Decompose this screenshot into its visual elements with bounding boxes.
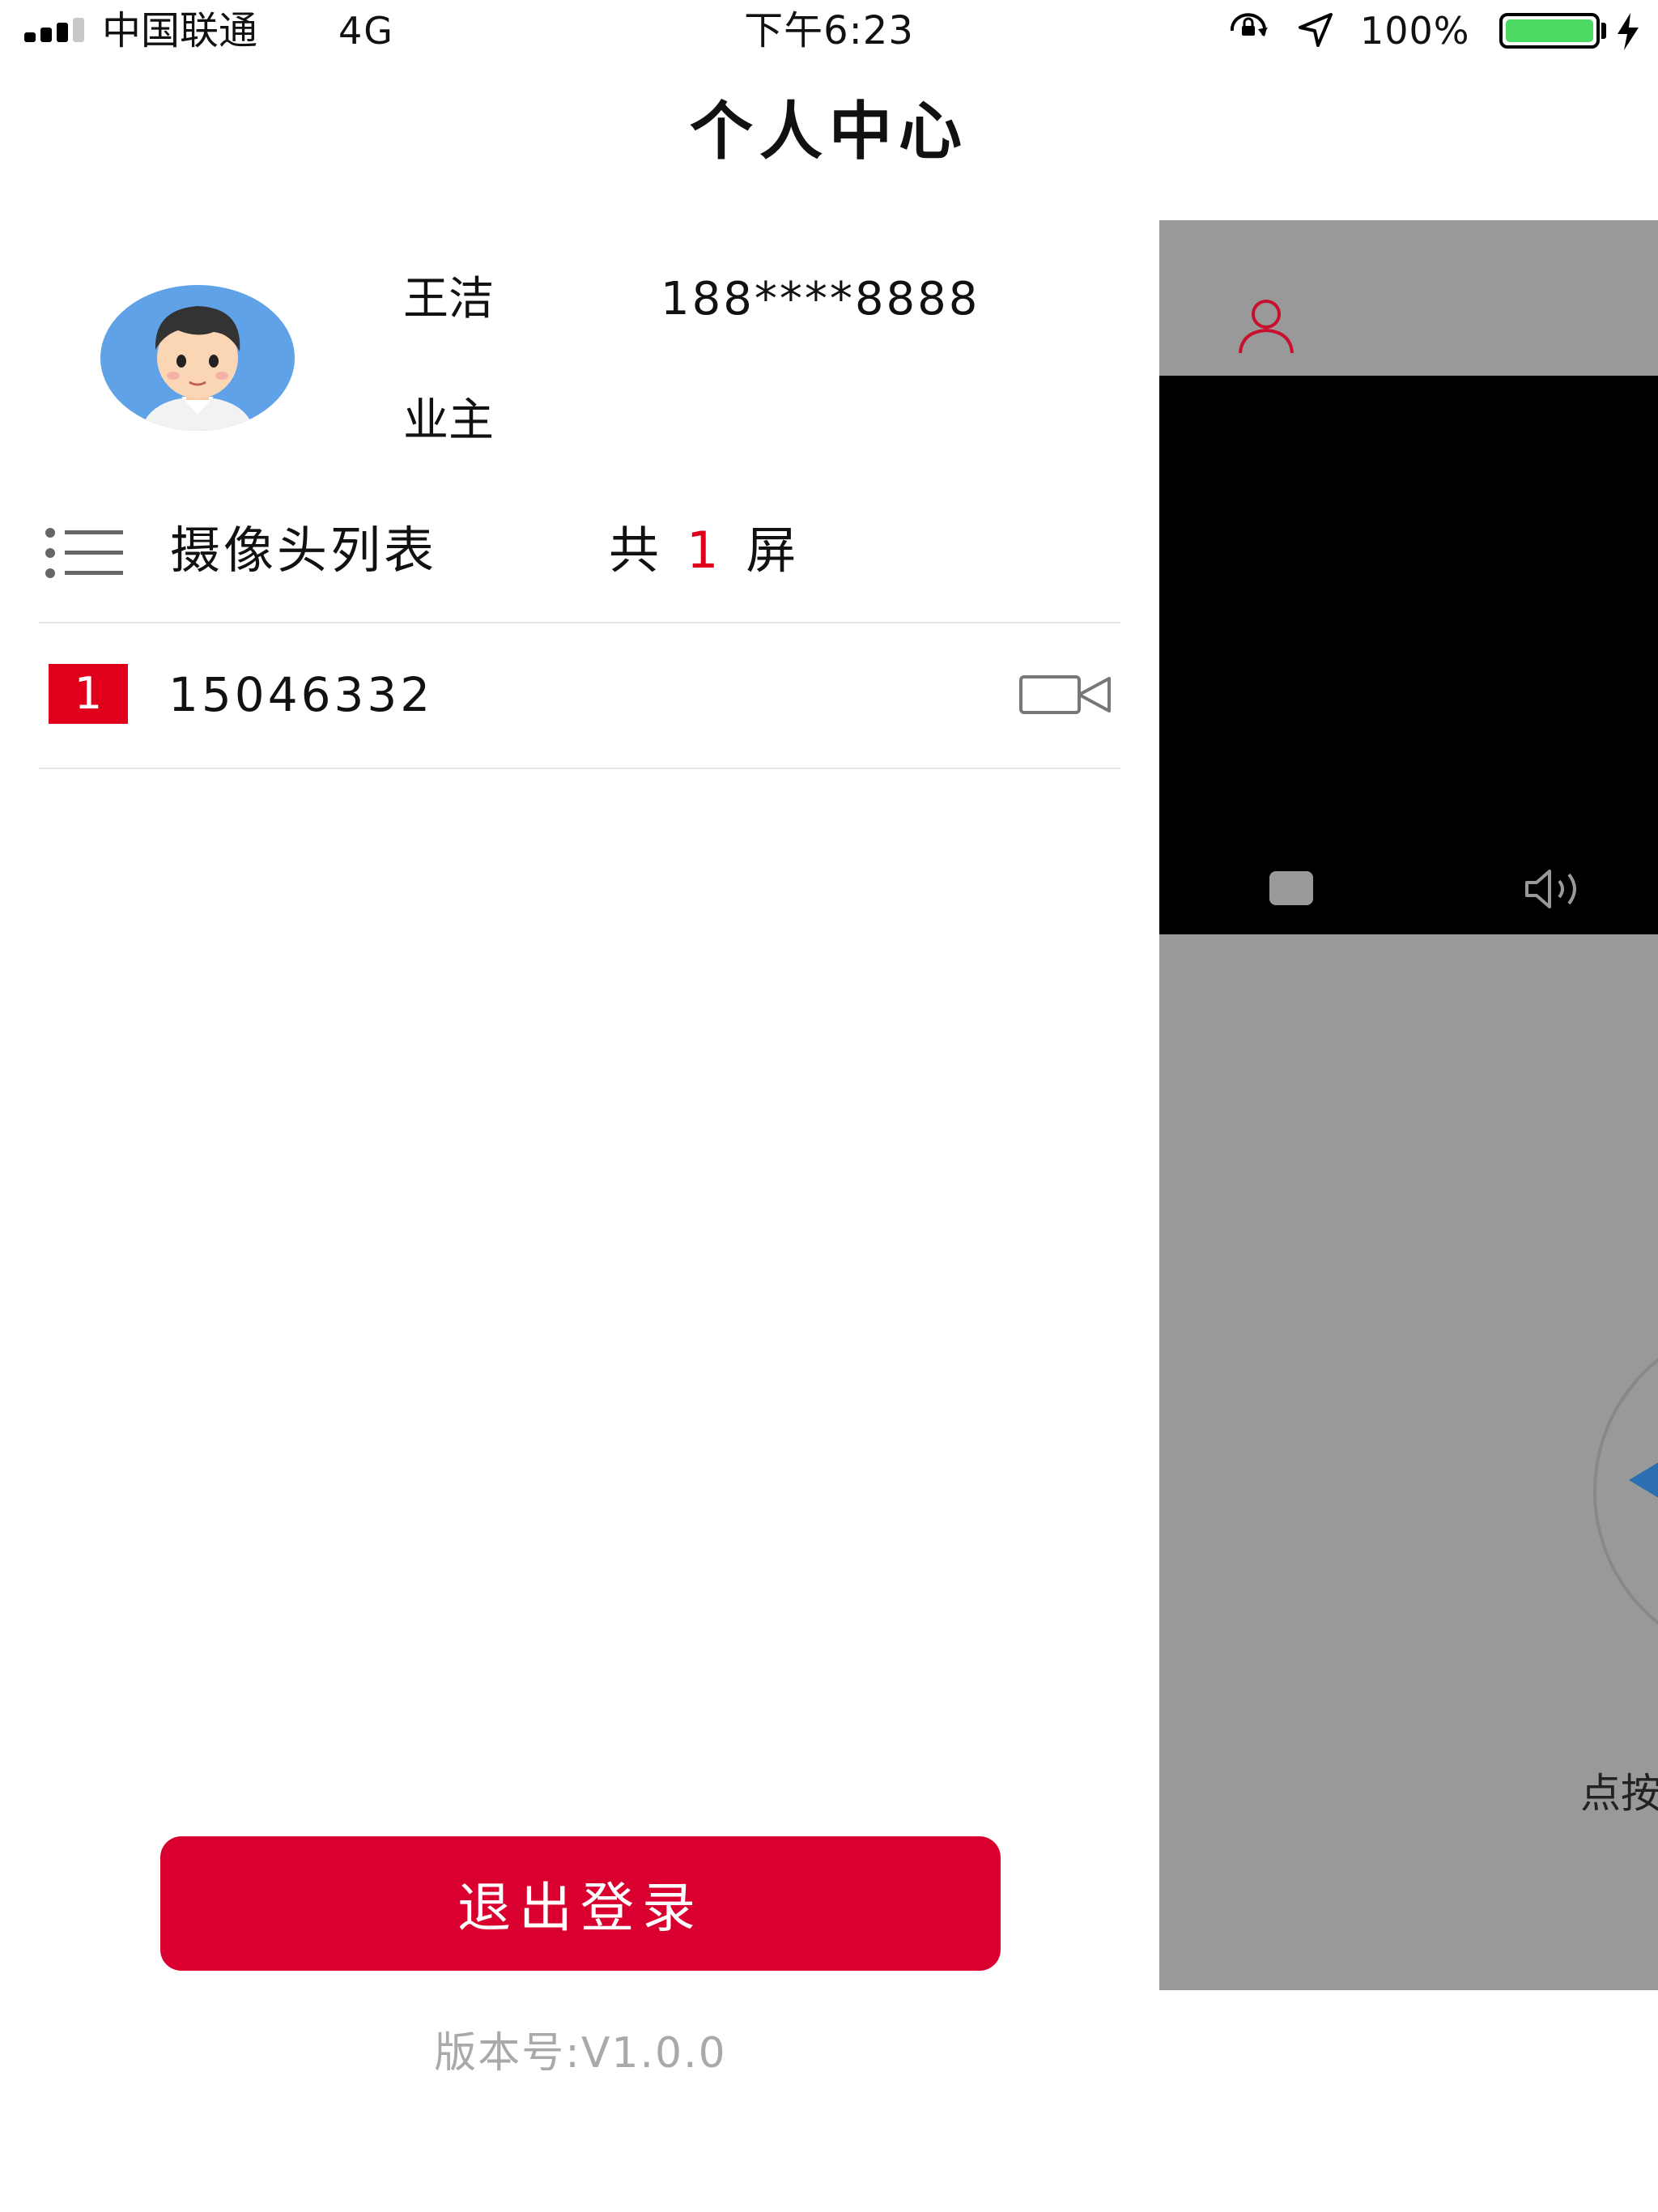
screen-count: 共1屏 <box>609 518 796 583</box>
background-hint-text: 点按 <box>1580 1770 1658 1817</box>
video-camera-icon[interactable] <box>1018 670 1114 719</box>
screen-count-prefix: 共 <box>609 521 660 580</box>
screen-count-suffix: 屏 <box>746 521 797 580</box>
user-role: 业主 <box>403 394 494 447</box>
user-phone: 188****8888 <box>661 273 980 325</box>
charging-icon <box>1618 13 1639 50</box>
camera-id: 15046332 <box>168 667 434 722</box>
volume-icon[interactable] <box>1524 866 1588 912</box>
video-player[interactable] <box>1159 376 1658 934</box>
version-label: 版本号:V1.0.0 <box>434 2029 727 2078</box>
divider <box>39 622 1120 623</box>
orientation-lock-icon <box>1230 13 1268 36</box>
screen-count-number: 1 <box>687 521 719 580</box>
location-icon <box>1299 13 1333 47</box>
user-name: 王洁 <box>403 273 494 325</box>
avatar-icon <box>100 285 295 431</box>
camera-index-badge: 1 <box>49 664 128 724</box>
divider <box>39 768 1120 769</box>
stop-icon[interactable] <box>1269 871 1313 905</box>
battery-percent: 100% <box>1360 9 1470 53</box>
camera-list-item[interactable]: 1 15046332 <box>39 625 1120 768</box>
user-icon[interactable] <box>1234 295 1299 359</box>
battery-icon <box>1499 13 1600 49</box>
battery-cap <box>1601 23 1606 39</box>
list-icon <box>45 528 123 578</box>
camera-list-title: 摄像头列表 <box>170 521 438 580</box>
logout-button[interactable]: 退出登录 <box>160 1836 1001 1971</box>
ptz-left-icon[interactable] <box>1629 1456 1658 1504</box>
background-page-panel[interactable]: 点按 <box>1159 220 1658 1990</box>
status-bar: 中国联通 4G 下午6:23 100% <box>0 0 1658 65</box>
page-title: 个人中心 <box>689 96 968 168</box>
